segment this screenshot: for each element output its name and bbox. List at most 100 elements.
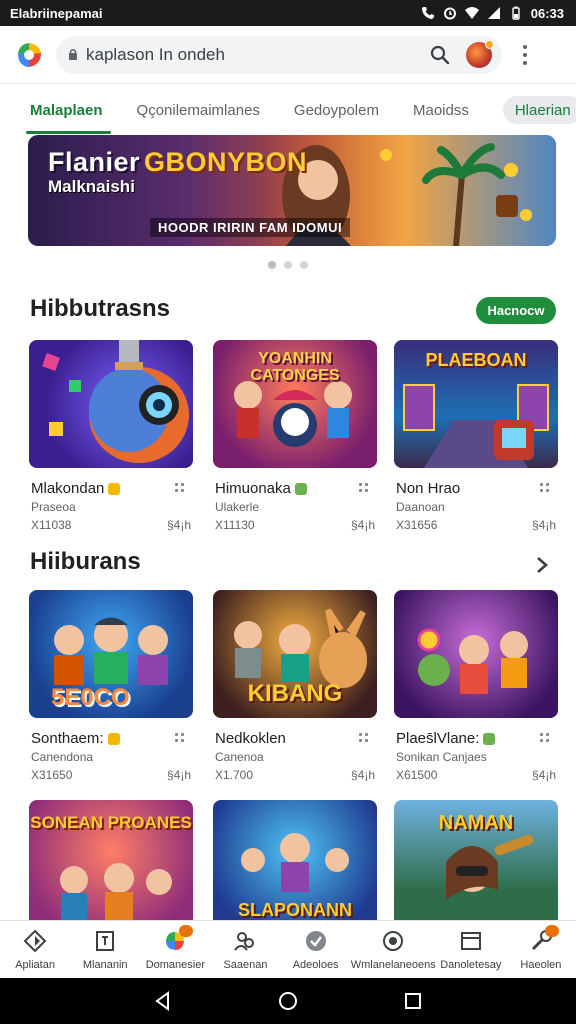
nav-label: Saaenan [223,959,268,971]
lock-icon [69,49,77,60]
home-icon[interactable] [278,991,298,1011]
game-card[interactable]: KIBANG Nedkoklen Canenoa X1.700 §4¡h [213,590,377,782]
game-title: Nedkoklen [215,730,286,747]
nav-item-adeoloes[interactable]: Adeoloes [281,921,351,978]
nav-item-wmlanelaneoens[interactable]: Wmlanelaneoens [351,921,436,978]
card-menu-icon[interactable] [540,483,550,493]
recents-icon[interactable] [403,991,423,1011]
section-title-1: Hibbutrasns [30,295,171,322]
banner-tagline: HOODR IRIRIN FAM IDOMUI [150,218,351,237]
featured-banner[interactable]: Flanier GBONYBON Malknaishi HOODR IRIRIN … [28,135,556,246]
game-thumbnail: SONEAN PROANES [29,800,193,928]
nav-label: Danoletesay [440,959,502,971]
game-thumbnail: 5E0CO [29,590,193,718]
card-menu-icon[interactable] [175,733,185,743]
game-card[interactable]: YOANHIN CATONGES Himuonaka Ulakerle X111… [213,340,377,532]
search-input[interactable]: kaplason In ondeh [86,45,430,65]
game-thumbnail: NAMAN [394,800,558,928]
thumbnail-text: 5E0CO [51,684,130,711]
category-tabs: Malaplaen Qçonilemaimlanes Gedoypolem Ma… [0,86,576,134]
system-navigation-bar [0,978,576,1024]
nav-item-danoletesay[interactable]: Danoletesay [436,921,506,978]
game-rating: §4¡h [350,518,375,532]
notification-dot [485,39,494,49]
search-icon[interactable] [430,45,450,65]
game-rating: §4¡h [531,768,556,782]
game-thumbnail [394,590,558,718]
game-rating: §4¡h [531,518,556,532]
nav-item-haeolen[interactable]: Haeolen [506,921,576,978]
game-rating: §4¡h [166,518,191,532]
thumbnail-text: YOANHIN CATONGES [250,350,340,384]
game-card[interactable]: PLAEBOAN Non Hrao Daanoan X31656 §4¡h [394,340,558,532]
star-icon [108,483,121,496]
chevron-right-icon[interactable] [532,555,552,575]
game-card[interactable]: NAMAN [394,800,558,928]
tab-gedoypolem[interactable]: Gedoypolem [294,86,379,134]
nav-label: Wmlanelaneoens [350,959,436,971]
status-time: 06:33 [530,5,564,21]
avatar[interactable] [466,39,494,68]
leaf-icon [294,483,307,496]
thumbnail-text: SONEAN PROANES [30,813,192,832]
nav-item-domanesier[interactable]: Domanesier [140,921,210,978]
game-card[interactable]: SLAPONANN [213,800,377,928]
nav-item-apliatan[interactable]: Apliatan [0,921,70,978]
card-menu-icon[interactable] [175,483,185,493]
nav-label: Apliatan [15,959,55,971]
status-bar: Elabriinepamai 06:33 [0,0,576,26]
tab-qconilemaimlanes[interactable]: Qçonilemaimlanes [137,86,260,134]
card-menu-icon[interactable] [359,733,369,743]
game-rating: §4¡h [166,768,191,782]
robot-art [42,340,189,463]
game-meta: X11130 [215,518,255,532]
game-title: Sonthaem: [31,730,120,747]
see-more-button[interactable]: Hacnocw [476,297,556,324]
bottom-navigation: Apliatan Mlananin Domanesier Saaenan Ade… [0,920,576,978]
game-card[interactable]: Plaes̄lVlane: Sonikan Canjaes X61500 §4¡… [394,590,558,782]
star-icon [107,733,120,746]
game-title: Mlakondan [31,480,121,497]
banner-title-gold: GBONYBON [144,147,308,177]
games-icon [163,925,194,953]
book-icon [96,931,115,951]
nav-label: Mlananin [82,959,128,971]
app-logo-icon[interactable] [14,40,44,70]
thumbnail-text: SLAPONANN [237,900,352,920]
game-title: Himuonaka [215,480,307,497]
tab-maoidss[interactable]: Maoidss [413,86,469,134]
signal-icon [487,7,500,19]
game-card[interactable]: 5E0CO Sonthaem: Canendona X31650 §4¡h [29,590,193,782]
game-category: Canenoa [215,750,264,764]
game-card[interactable]: SONEAN PROANES [29,800,193,928]
section-title-2: Hiiburans [30,548,141,575]
tab-malaplaen[interactable]: Malaplaen [26,86,111,134]
leaf-icon [483,733,496,746]
game-card[interactable]: Mlakondan Praseoa X11038 §4¡h [29,340,193,532]
thumbnail-heading [29,596,193,613]
nav-item-mlananin[interactable]: Mlananin [70,921,140,978]
game-thumbnail: PLAEBOAN [394,340,558,468]
more-options-icon[interactable] [522,44,528,65]
game-title: Non Hrao [396,480,461,497]
game-thumbnail: YOANHIN CATONGES [213,340,377,468]
notification-badge [179,925,194,937]
search-bar[interactable]: kaplason In ondeh [56,35,502,74]
thumbnail-text: KIBANG [247,680,343,707]
nav-item-saaenan[interactable]: Saaenan [210,921,280,978]
card-menu-icon[interactable] [359,483,369,493]
check-circle-icon [305,931,326,951]
game-category: Daanoan [396,500,445,514]
carousel-dots[interactable] [0,261,576,269]
game-title: Plaes̄lVlane: [396,730,496,747]
card-menu-icon[interactable] [540,733,550,743]
back-icon[interactable] [153,991,173,1011]
battery-icon [512,6,520,20]
notification-badge [544,925,559,937]
thumbnail-text: NAMAN [438,812,514,834]
game-meta: X1.700 [215,768,254,782]
game-thumbnail [29,340,193,468]
status-icons: 06:33 [421,6,564,21]
tab-hlaerian[interactable]: Hlaerian [502,96,576,124]
people-icon [234,932,255,951]
